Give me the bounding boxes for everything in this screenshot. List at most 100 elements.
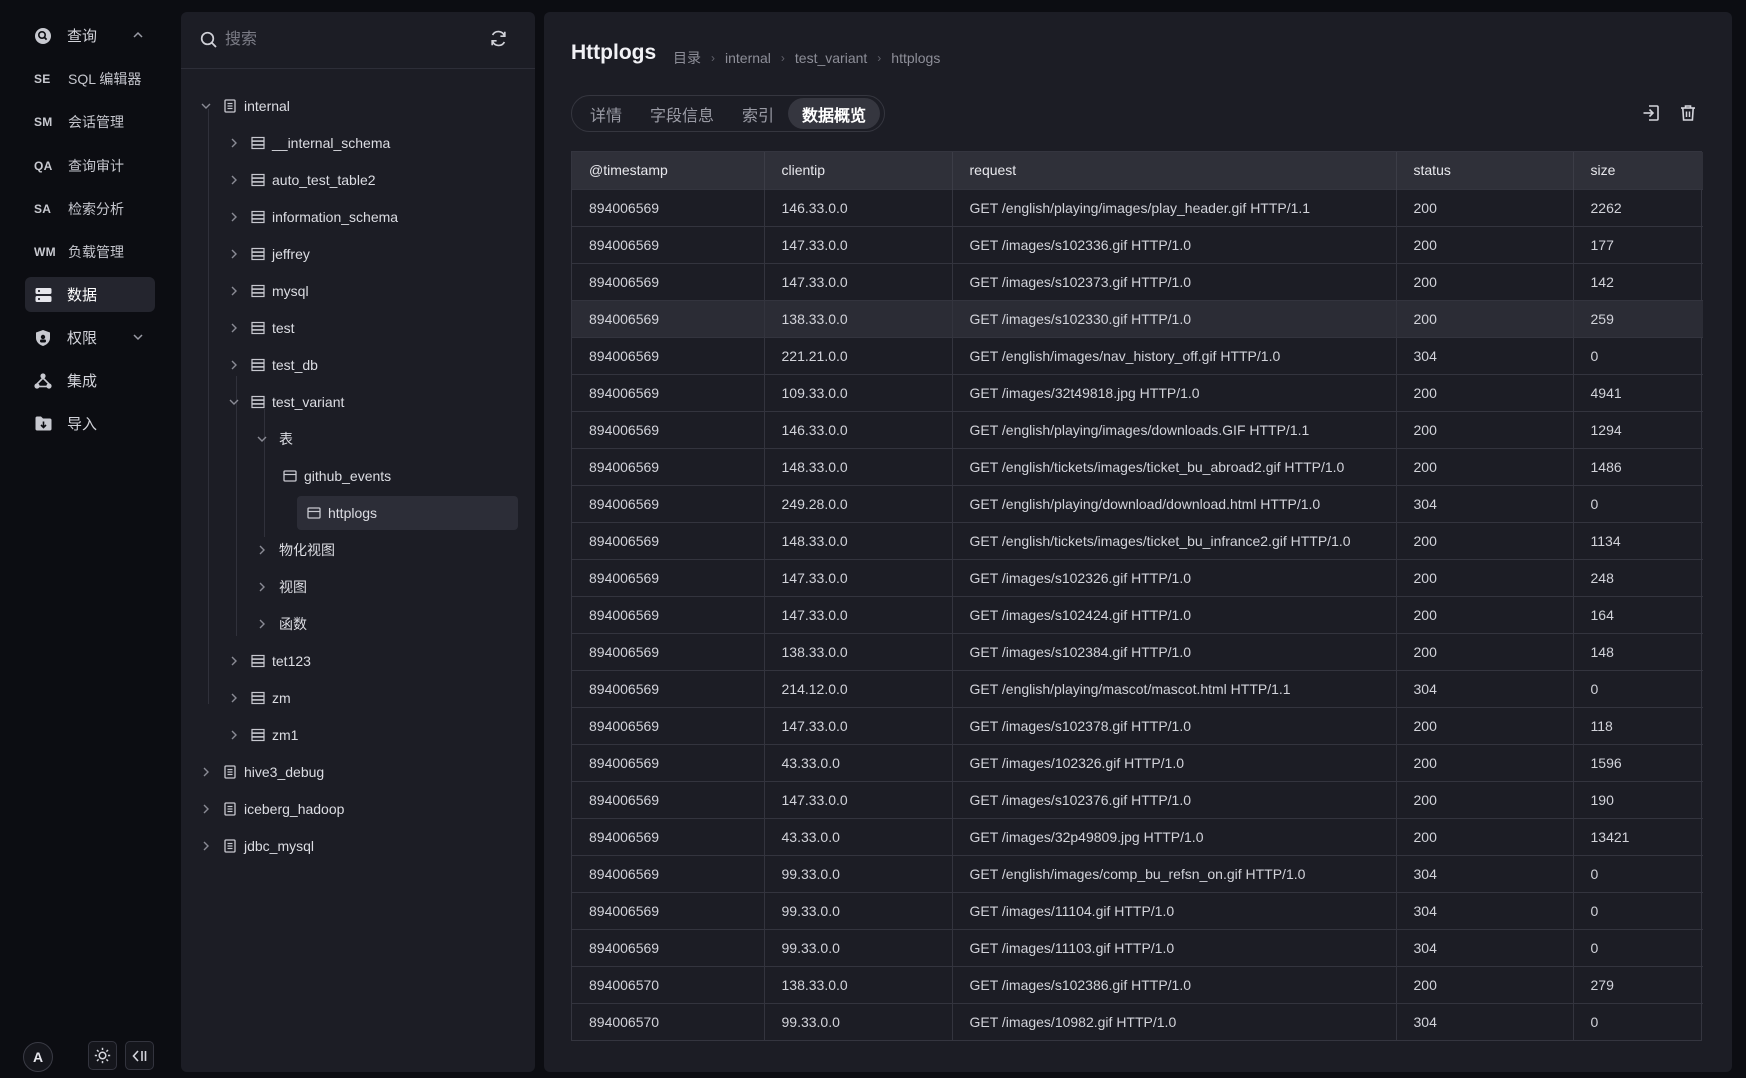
tree-node-database[interactable]: mysql: [227, 274, 309, 308]
table-row[interactable]: 894006569 147.33.0.0 GET /images/s102326.g…: [572, 558, 1703, 596]
tree-node-table[interactable]: httplogs: [297, 496, 518, 530]
nav-item-search-analysis[interactable]: SA 检索分析: [25, 191, 155, 226]
column-header-clientip[interactable]: clientip: [764, 152, 953, 189]
chevron-right-icon[interactable]: [227, 728, 241, 742]
cell-size: 190: [1573, 780, 1703, 818]
theme-toggle-button[interactable]: [88, 1041, 117, 1070]
collapse-sidebar-button[interactable]: [125, 1041, 154, 1070]
refresh-icon[interactable]: [489, 29, 508, 48]
tree-node-database[interactable]: tet123: [227, 644, 311, 678]
chevron-down-icon[interactable]: [255, 432, 269, 446]
cell-timestamp: 894006569: [572, 373, 765, 411]
nav-item-import[interactable]: 导入: [25, 406, 155, 441]
trash-icon[interactable]: [1678, 103, 1698, 123]
chevron-up-icon: [133, 31, 143, 38]
column-header-size[interactable]: size: [1573, 152, 1703, 189]
collapse-left-icon: [131, 1049, 146, 1062]
table-row[interactable]: 894006569 146.33.0.0 GET /english/playing/…: [572, 188, 1703, 226]
table-row[interactable]: 894006569 214.12.0.0 GET /english/playing/…: [572, 669, 1703, 707]
tab-indexes[interactable]: 索引: [728, 98, 788, 129]
nav-item-data[interactable]: 数据: [25, 277, 155, 312]
breadcrumb-item[interactable]: 目录: [673, 48, 701, 68]
table-row[interactable]: 894006570 138.33.0.0 GET /images/s102386.g…: [572, 965, 1703, 1003]
table-row[interactable]: 894006569 147.33.0.0 GET /images/s102424.g…: [572, 595, 1703, 633]
chevron-right-icon[interactable]: [227, 173, 241, 187]
chevron-right-icon[interactable]: [227, 247, 241, 261]
tree-node-table[interactable]: github_events: [283, 459, 391, 493]
tree-node-database[interactable]: test_db: [227, 348, 318, 382]
chevron-right-icon[interactable]: [255, 580, 269, 594]
tree-node-group[interactable]: 函数: [255, 607, 307, 641]
tree-node-catalog[interactable]: iceberg_hadoop: [199, 792, 344, 826]
chevron-right-icon[interactable]: [227, 136, 241, 150]
cell-clientip: 147.33.0.0: [764, 595, 953, 633]
tree-node-database[interactable]: jeffrey: [227, 237, 310, 271]
avatar[interactable]: A: [23, 1042, 53, 1072]
table-row[interactable]: 894006569 43.33.0.0 GET /images/32p49809.j…: [572, 817, 1703, 855]
chevron-right-icon[interactable]: [255, 617, 269, 631]
tree-node-database[interactable]: information_schema: [227, 200, 398, 234]
table-row[interactable]: 894006569 99.33.0.0 GET /images/11104.gif …: [572, 891, 1703, 929]
table-row[interactable]: 894006569 249.28.0.0 GET /english/playing/…: [572, 484, 1703, 522]
column-header-request[interactable]: request: [952, 152, 1397, 189]
table-row[interactable]: 894006569 43.33.0.0 GET /images/102326.gif…: [572, 743, 1703, 781]
table-row[interactable]: 894006569 147.33.0.0 GET /images/s102378.g…: [572, 706, 1703, 744]
tree-node-group[interactable]: 物化视图: [255, 533, 335, 567]
tree-node-database[interactable]: zm1: [227, 718, 298, 752]
tree-node-label: 表: [279, 431, 293, 447]
tab-details[interactable]: 详情: [576, 98, 636, 129]
tree-node-group[interactable]: 视图: [255, 570, 307, 604]
chevron-down-icon[interactable]: [227, 395, 241, 409]
tree-node-catalog[interactable]: hive3_debug: [199, 755, 324, 789]
breadcrumb-item[interactable]: internal: [725, 50, 771, 66]
table-row[interactable]: 894006570 99.33.0.0 GET /images/10982.gif …: [572, 1002, 1703, 1040]
nav-item-sessions[interactable]: SM 会话管理: [25, 104, 155, 139]
tree-node-database[interactable]: zm: [227, 681, 291, 715]
chevron-right-icon[interactable]: [227, 321, 241, 335]
table-row[interactable]: 894006569 138.33.0.0 GET /images/s102330.g…: [572, 299, 1703, 337]
table-row[interactable]: 894006569 148.33.0.0 GET /english/tickets/…: [572, 447, 1703, 485]
cell-timestamp: 894006569: [572, 447, 765, 485]
nav-item-sql-editor[interactable]: SE SQL 编辑器: [25, 61, 155, 96]
table-row[interactable]: 894006569 148.33.0.0 GET /english/tickets/…: [572, 521, 1703, 559]
column-header-status[interactable]: status: [1396, 152, 1574, 189]
table-row[interactable]: 894006569 138.33.0.0 GET /images/s102384.g…: [572, 632, 1703, 670]
table-row[interactable]: 894006569 99.33.0.0 GET /english/images/co…: [572, 854, 1703, 892]
table-row[interactable]: 894006569 99.33.0.0 GET /images/11103.gif …: [572, 928, 1703, 966]
chevron-right-icon[interactable]: [255, 543, 269, 557]
table-row[interactable]: 894006569 147.33.0.0 GET /images/s102373.g…: [572, 262, 1703, 300]
table-row[interactable]: 894006569 147.33.0.0 GET /images/s102376.g…: [572, 780, 1703, 818]
chevron-down-icon[interactable]: [199, 99, 213, 113]
search-input[interactable]: [223, 26, 483, 54]
chevron-right-icon[interactable]: [227, 358, 241, 372]
chevron-right-icon[interactable]: [227, 210, 241, 224]
tree-node-database[interactable]: test_variant: [227, 385, 344, 419]
tree-node-database[interactable]: __internal_schema: [227, 126, 390, 160]
chevron-right-icon[interactable]: [227, 691, 241, 705]
tree-node-database[interactable]: test: [227, 311, 295, 345]
table-row[interactable]: 894006569 221.21.0.0 GET /english/images/n…: [572, 336, 1703, 374]
tree-node-catalog[interactable]: jdbc_mysql: [199, 829, 314, 863]
chevron-right-icon[interactable]: [227, 654, 241, 668]
column-header-timestamp[interactable]: @timestamp: [572, 152, 765, 189]
table-row[interactable]: 894006569 147.33.0.0 GET /images/s102336.g…: [572, 225, 1703, 263]
breadcrumb-item[interactable]: test_variant: [795, 50, 867, 66]
chevron-right-icon[interactable]: [227, 284, 241, 298]
nav-item-workload[interactable]: WM 负载管理: [25, 234, 155, 269]
table-row[interactable]: 894006569 146.33.0.0 GET /english/playing/…: [572, 410, 1703, 448]
chevron-right-icon[interactable]: [199, 765, 213, 779]
import-icon[interactable]: [1641, 103, 1661, 123]
table-row[interactable]: 894006569 109.33.0.0 GET /images/32t49818.…: [572, 373, 1703, 411]
tree-node-catalog[interactable]: internal: [199, 89, 290, 123]
tab-fields[interactable]: 字段信息: [636, 98, 728, 129]
tab-data-preview[interactable]: 数据概览: [788, 98, 881, 129]
nav-item-permissions[interactable]: 权限: [25, 320, 155, 355]
tree-node-group[interactable]: 表: [255, 422, 293, 456]
tree-node-database[interactable]: auto_test_table2: [227, 163, 376, 197]
nav-item-query[interactable]: 查询: [25, 18, 155, 53]
chevron-right-icon[interactable]: [199, 802, 213, 816]
nav-item-integration[interactable]: 集成: [25, 363, 155, 398]
chevron-right-icon[interactable]: [199, 839, 213, 853]
cell-clientip: 249.28.0.0: [764, 484, 953, 522]
nav-item-audit[interactable]: QA 查询审计: [25, 148, 155, 183]
